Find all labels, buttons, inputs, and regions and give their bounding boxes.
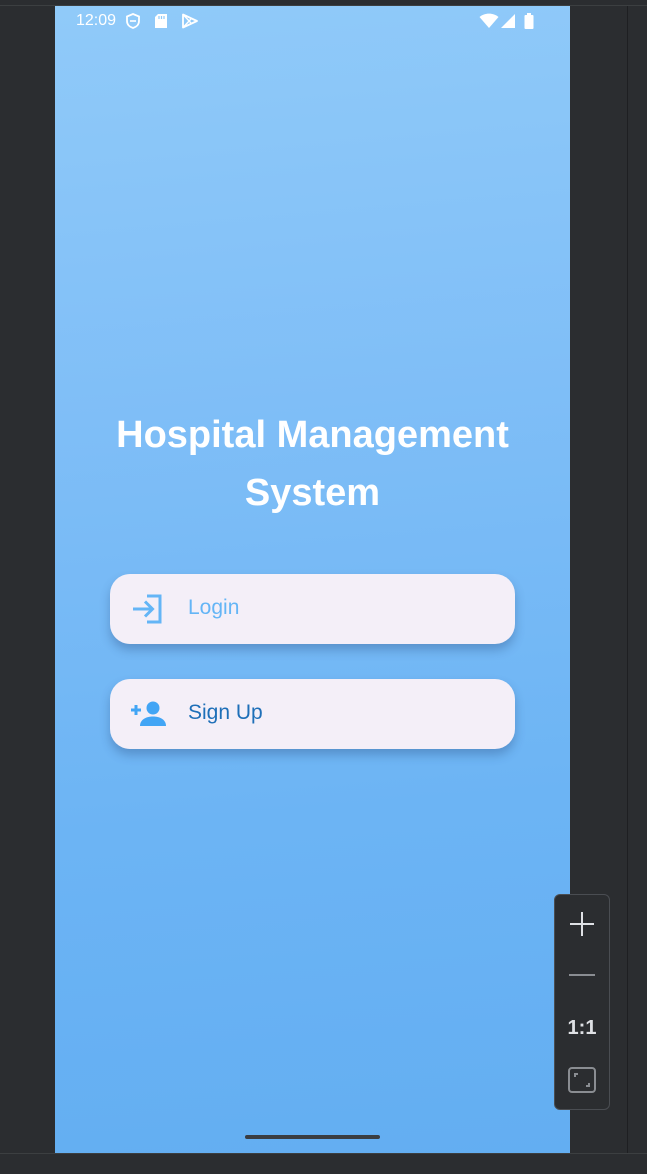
login-icon — [133, 594, 162, 624]
login-button-label: Login — [188, 596, 240, 619]
zoom-reset-button[interactable]: 1:1 — [555, 1003, 609, 1053]
fit-screen-button[interactable] — [555, 1055, 609, 1105]
sd-card-icon — [155, 14, 167, 28]
cellular-signal-icon — [501, 14, 515, 28]
home-indicator[interactable] — [245, 1135, 380, 1139]
zoom-in-button[interactable] — [555, 899, 609, 949]
fit-screen-icon — [568, 1067, 596, 1093]
play-store-icon — [182, 13, 198, 29]
app-title: Hospital Management System — [55, 406, 570, 522]
zoom-out-button[interactable] — [555, 949, 609, 999]
ide-bottom-bar — [0, 1153, 647, 1174]
status-bar: 12:09 — [55, 6, 570, 36]
zoom-in-icon — [570, 912, 594, 936]
zoom-controls: 1:1 — [554, 894, 610, 1110]
signup-button[interactable]: Sign Up — [110, 679, 515, 749]
status-time: 12:09 — [76, 12, 117, 29]
wifi-icon — [479, 13, 499, 28]
device-screen: 12:09 Hospital Management System Login S… — [55, 6, 570, 1153]
app-title-line-1: Hospital Management — [116, 414, 509, 456]
shield-icon — [126, 13, 140, 29]
zoom-out-icon — [569, 974, 595, 976]
ide-divider — [627, 6, 628, 1153]
battery-icon — [524, 13, 534, 29]
signup-button-label: Sign Up — [188, 701, 263, 724]
login-button[interactable]: Login — [110, 574, 515, 644]
person-add-icon — [131, 701, 166, 726]
app-title-line-2: System — [244, 472, 381, 514]
